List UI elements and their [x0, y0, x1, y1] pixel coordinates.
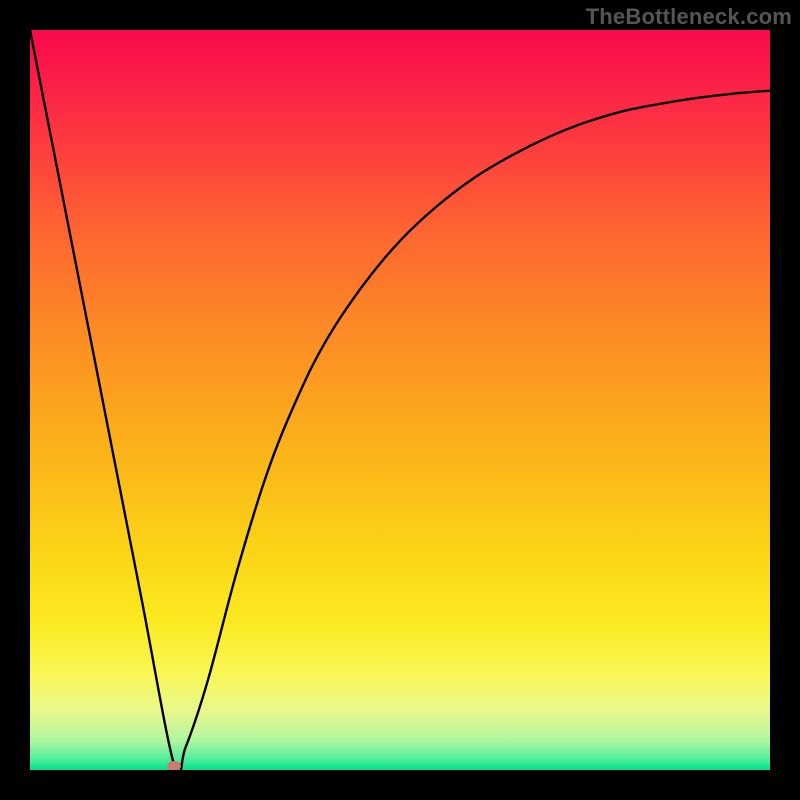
chart-frame: TheBottleneck.com	[0, 0, 800, 800]
attribution-label: TheBottleneck.com	[586, 4, 792, 30]
bottleneck-curve	[30, 30, 770, 770]
curve-layer	[30, 30, 770, 770]
plot-area	[30, 30, 770, 770]
minimum-marker	[167, 761, 181, 770]
